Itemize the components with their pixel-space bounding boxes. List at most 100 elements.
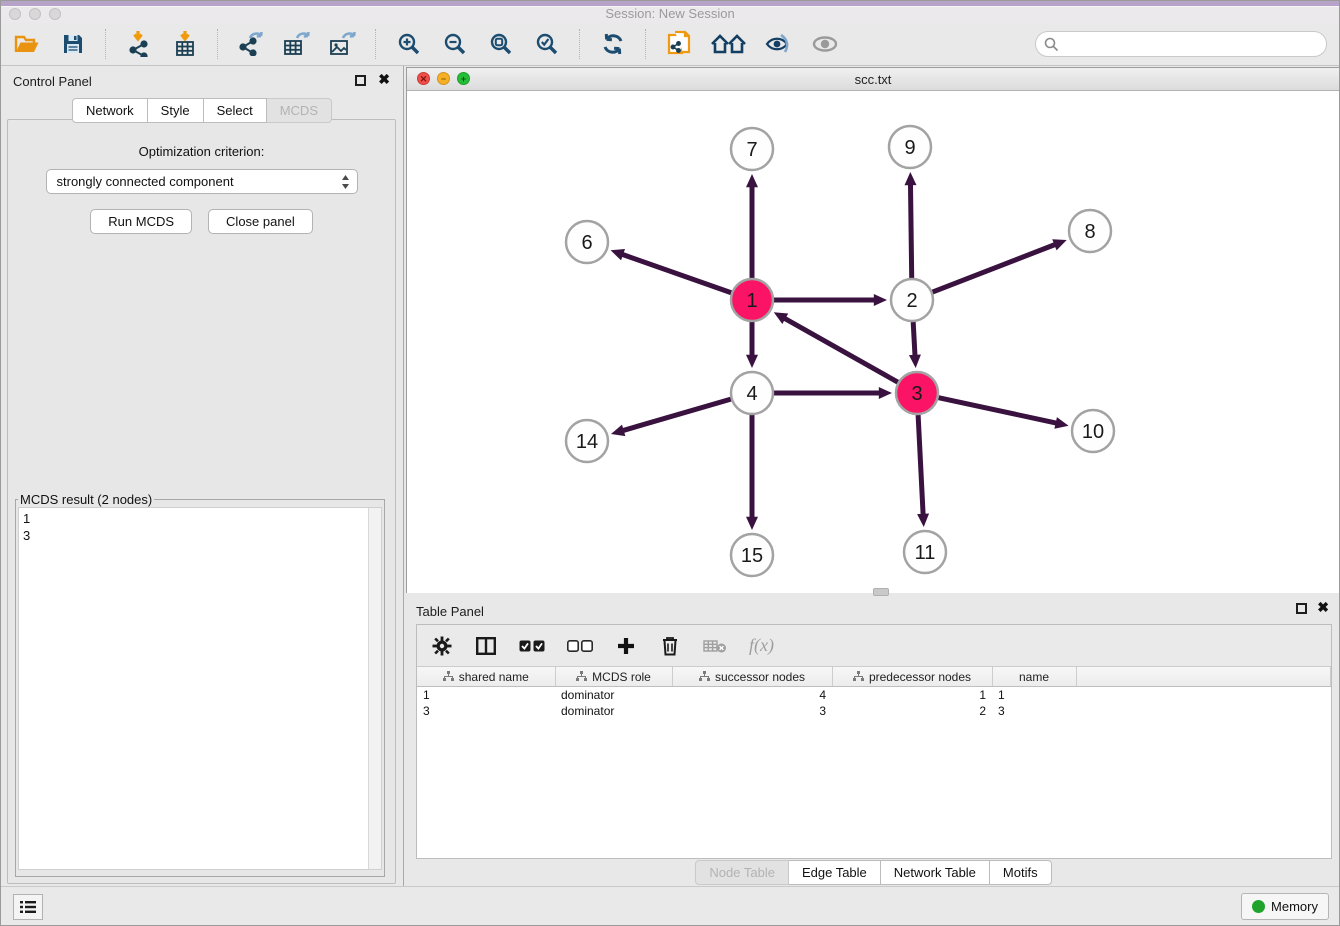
graph-node-8[interactable]: 8 [1069, 210, 1111, 252]
graph-node-1[interactable]: 1 [731, 279, 773, 321]
add-column-plus-icon[interactable] [615, 634, 637, 658]
criterion-select[interactable]: strongly connected component [46, 169, 358, 194]
cell-successor-nodes[interactable]: 3 [672, 703, 832, 719]
optimization-criterion-label: Optimization criterion: [8, 144, 395, 159]
control-panel-tabs: NetworkStyleSelectMCDS [1, 98, 403, 123]
column-header-MCDS-role[interactable]: MCDS role [555, 667, 672, 687]
tab-mcds[interactable]: MCDS [267, 98, 332, 123]
column-header-predecessor-nodes[interactable]: predecessor nodes [832, 667, 992, 687]
graph-edge-3-1[interactable] [784, 318, 898, 382]
delete-column-trash-icon[interactable] [659, 634, 681, 658]
memory-status-icon [1252, 900, 1265, 913]
node-table: shared nameMCDS rolesuccessor nodesprede… [417, 667, 1331, 719]
table-row[interactable]: 3dominator323 [417, 703, 1331, 719]
toolbar-separator [375, 29, 377, 59]
graph-edge-2-9[interactable] [910, 184, 911, 278]
svg-text:8: 8 [1084, 221, 1095, 243]
import-table-icon[interactable] [169, 28, 201, 60]
save-session-icon[interactable] [57, 28, 89, 60]
export-network-icon[interactable] [235, 28, 267, 60]
task-history-button[interactable] [13, 894, 43, 920]
cell-predecessor-nodes[interactable]: 1 [832, 687, 992, 704]
select-all-checkboxes-icon[interactable] [519, 634, 545, 658]
deselect-all-checkboxes-icon[interactable] [567, 634, 593, 658]
memory-button[interactable]: Memory [1241, 893, 1329, 920]
run-mcds-button[interactable]: Run MCDS [90, 209, 192, 234]
graph-node-10[interactable]: 10 [1072, 410, 1114, 452]
cell-name[interactable]: 1 [992, 687, 1076, 704]
import-network-icon[interactable] [123, 28, 155, 60]
network-graph[interactable]: 7 9 6 8 1 2 4 3 14 10 15 11 [407, 91, 1339, 593]
graph-node-11[interactable]: 11 [904, 531, 946, 573]
zoom-in-icon[interactable] [393, 28, 425, 60]
float-table-panel-icon[interactable] [1296, 603, 1307, 614]
duplicate-network-icon[interactable] [663, 28, 695, 60]
show-panel-eye-icon[interactable] [809, 28, 841, 60]
network-canvas[interactable]: 7 9 6 8 1 2 4 3 14 10 15 11 [407, 91, 1339, 593]
graph-node-9[interactable]: 9 [889, 126, 931, 168]
cell-shared-name[interactable]: 1 [417, 687, 555, 704]
close-panel-icon[interactable]: ✖ [378, 71, 390, 87]
network-window-titlebar[interactable]: ✕ − + scc.txt [407, 68, 1339, 91]
graph-edge-2-3[interactable] [913, 322, 915, 356]
graph-edge-3-10[interactable] [939, 398, 1057, 424]
open-session-icon[interactable] [11, 28, 43, 60]
cell-name[interactable]: 3 [992, 703, 1076, 719]
hide-panel-eye-icon[interactable] [763, 28, 795, 60]
tab-edge-table[interactable]: Edge Table [789, 860, 881, 885]
cell-MCDS-role[interactable]: dominator [555, 687, 672, 704]
zoom-out-icon[interactable] [439, 28, 471, 60]
titlebar: Session: New Session [1, 1, 1339, 24]
float-panel-icon[interactable] [355, 75, 366, 86]
cell-MCDS-role[interactable]: dominator [555, 703, 672, 719]
column-header-name[interactable]: name [992, 667, 1076, 687]
split-view-columns-icon[interactable] [475, 634, 497, 658]
tab-network-table[interactable]: Network Table [881, 860, 990, 885]
graph-edge-4-14[interactable] [623, 399, 731, 431]
graph-node-2[interactable]: 2 [891, 279, 933, 321]
mcds-result-text[interactable]: 1 3 [23, 510, 377, 544]
close-panel-button[interactable]: Close panel [208, 209, 313, 234]
zoom-selected-icon[interactable] [531, 28, 563, 60]
tab-select[interactable]: Select [204, 98, 267, 123]
export-image-icon[interactable] [327, 28, 359, 60]
svg-text:14: 14 [576, 431, 598, 453]
close-table-panel-icon[interactable]: ✖ [1317, 599, 1329, 615]
svg-text:2: 2 [906, 290, 917, 312]
column-header-successor-nodes[interactable]: successor nodes [672, 667, 832, 687]
network-overview-icon[interactable] [709, 28, 749, 60]
graph-node-7[interactable]: 7 [731, 128, 773, 170]
column-header-shared-name[interactable]: shared name [417, 667, 555, 687]
application-window: Session: New Session [0, 0, 1340, 926]
tab-network[interactable]: Network [72, 98, 148, 123]
cell-predecessor-nodes[interactable]: 2 [832, 703, 992, 719]
graph-node-15[interactable]: 15 [731, 534, 773, 576]
cell-shared-name[interactable]: 3 [417, 703, 555, 719]
function-builder-icon[interactable]: f(x) [749, 634, 774, 658]
graph-edge-2-8[interactable] [933, 244, 1056, 292]
graph-edge-1-6[interactable] [622, 254, 731, 292]
tab-motifs[interactable]: Motifs [990, 860, 1052, 885]
apply-layout-icon[interactable] [597, 28, 629, 60]
mcds-tab-content: Optimization criterion: strongly connect… [7, 119, 396, 884]
list-icon [20, 900, 36, 914]
column-settings-gear-icon[interactable] [431, 634, 453, 658]
select-spinner-icon [341, 174, 350, 193]
search-input[interactable] [1063, 36, 1326, 53]
table-row[interactable]: 1dominator411 [417, 687, 1331, 704]
delete-table-icon[interactable] [703, 634, 727, 658]
graph-edge-3-11[interactable] [918, 415, 923, 515]
tab-style[interactable]: Style [148, 98, 204, 123]
graph-node-6[interactable]: 6 [566, 221, 608, 263]
search-box [1035, 31, 1327, 57]
graph-node-3[interactable]: 3 [896, 372, 938, 414]
tab-node-table[interactable]: Node Table [695, 860, 789, 885]
graph-node-14[interactable]: 14 [566, 420, 608, 462]
cell-successor-nodes[interactable]: 4 [672, 687, 832, 704]
export-table-icon[interactable] [281, 28, 313, 60]
svg-text:7: 7 [746, 139, 757, 161]
splitter-grip[interactable] [873, 588, 889, 596]
graph-node-4[interactable]: 4 [731, 372, 773, 414]
result-scrollbar[interactable] [368, 508, 381, 869]
zoom-fit-icon[interactable] [485, 28, 517, 60]
